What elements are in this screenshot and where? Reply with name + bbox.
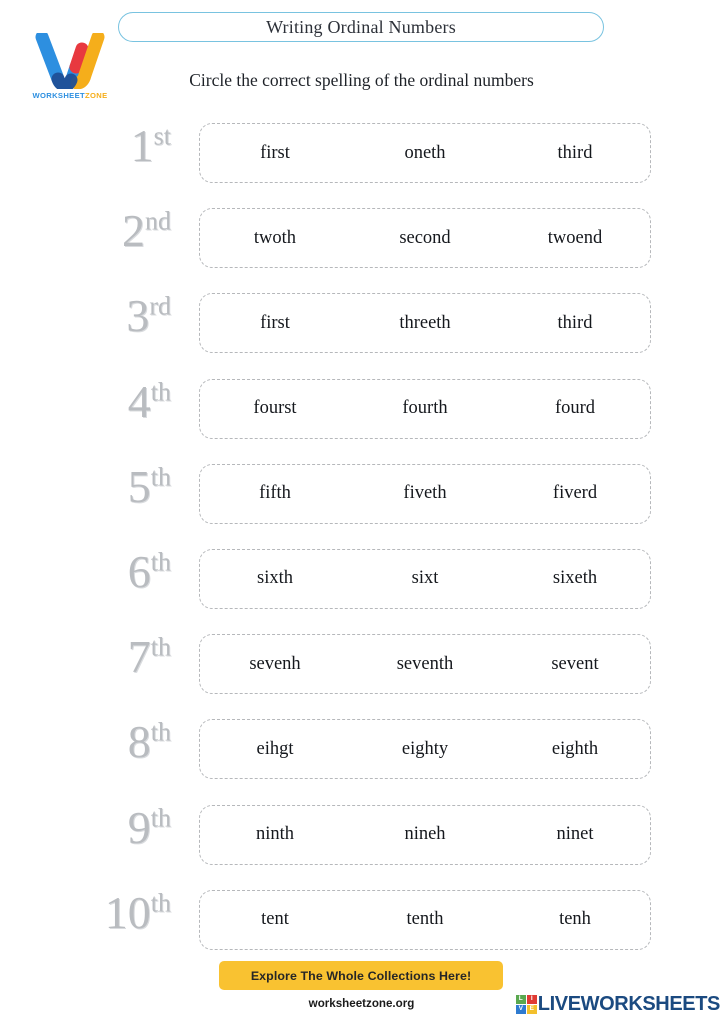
ordinal-suffix: th [150,888,171,918]
choice-option[interactable]: twoend [500,228,650,249]
choices-box: sevenh seventh sevent [199,634,651,695]
choice-option[interactable]: fifth [200,483,350,504]
ordinal-suffix: th [150,717,171,747]
choice-option[interactable]: eihgt [200,739,350,760]
ordinal-row: 6th sixth sixt sixeth [0,539,723,624]
choices-box: first oneth third [199,123,651,183]
ordinal-row: 7th sevenh seventh sevent [0,624,723,709]
ordinal-number: 10 [104,886,151,938]
liveworksheets-wordmark: LIVEWORKSHEETS [537,993,721,1015]
ordinal-suffix: nd [145,206,171,236]
choice-option[interactable]: sevenh [200,654,350,675]
ordinal-number: 3 [126,290,150,342]
ordinal-label: 2nd [0,204,185,258]
choices-box: first threeth third [199,293,651,354]
ordinal-row: 1st first oneth third [0,113,723,198]
ordinal-label: 8th [0,715,185,769]
tile-letter-l: L [515,995,526,1004]
choices-box: fourst fourth fourd [199,378,651,439]
choices-box: eihgt eighty eighth [199,719,651,780]
choice-option[interactable]: tenth [350,909,500,930]
ordinal-row: 5th fifth fiveth fiverd [0,454,723,539]
choice-option[interactable]: tent [200,909,350,930]
choice-option[interactable]: sevent [500,654,650,675]
choice-option[interactable]: threeth [350,313,500,334]
ordinal-suffix: th [150,377,171,407]
ordinal-row: 3rd first threeth third [0,283,723,368]
ordinal-suffix: th [150,803,171,833]
choice-option[interactable]: seventh [350,654,500,675]
choice-option[interactable]: sixeth [500,568,650,589]
ordinal-rows-list: 1st first oneth third 2nd twoth second t… [0,113,723,965]
ordinal-suffix: th [150,547,171,577]
ordinal-row: 8th eihgt eighty eighth [0,709,723,794]
choice-option[interactable]: fourd [500,398,650,419]
ordinal-number: 6 [127,545,151,597]
choice-option[interactable]: ninth [200,824,350,845]
choices-box: ninth nineh ninet [199,804,651,865]
ordinal-suffix: th [150,632,171,662]
choice-option[interactable]: fiverd [500,483,650,504]
ordinal-row: 10th tent tenth tenh [0,880,723,965]
choice-option[interactable]: fourst [200,398,350,419]
choice-option[interactable]: first [200,143,350,164]
choice-option[interactable]: third [500,313,650,334]
ordinal-number: 7 [127,631,151,683]
choices-box: fifth fiveth fiverd [199,463,651,524]
page-header: WORKSHEETZONE Writing Ordinal Numbers Ci… [0,0,723,115]
choices-box: sixth sixt sixeth [199,548,651,609]
choices-box: twoth second twoend [199,208,651,269]
choice-option[interactable]: sixt [350,568,500,589]
ordinal-suffix: th [150,462,171,492]
ordinal-number: 2 [122,205,145,257]
ordinal-label: 6th [0,545,185,599]
worksheet-title-box: Writing Ordinal Numbers [118,12,604,42]
page-title: Writing Ordinal Numbers [266,16,456,37]
logo-text-worksheet: WORKSHEET [32,91,85,100]
ordinal-row: 2nd twoth second twoend [0,198,723,283]
ordinal-label: 4th [0,375,185,429]
worksheetzone-logo-text: WORKSHEETZONE [20,91,120,100]
choice-option[interactable]: oneth [350,143,500,164]
choice-option[interactable]: twoth [200,228,350,249]
choices-box: tent tenth tenh [199,889,651,950]
ordinal-number: 8 [127,716,151,768]
ordinal-number: 9 [127,801,151,853]
choice-option[interactable]: eighty [350,739,500,760]
ordinal-row: 9th ninth nineh ninet [0,795,723,880]
ordinal-row: 4th fourst fourth fourd [0,369,723,454]
page-footer: Explore The Whole Collections Here! work… [0,960,723,1024]
ordinal-suffix: st [153,121,171,151]
choice-option[interactable]: second [350,228,500,249]
tile-letter-v: V [515,1005,526,1014]
liveworksheets-tiles-icon: L I V E [515,995,537,1014]
ordinal-number: 5 [127,460,151,512]
choice-option[interactable]: tenh [500,909,650,930]
ordinal-number: 1 [130,120,154,171]
ordinal-label: 3rd [0,289,185,343]
tile-letter-e: E [526,1005,537,1014]
explore-collections-button[interactable]: Explore The Whole Collections Here! [219,961,503,990]
logo-text-zone: ZONE [85,91,108,100]
choice-option[interactable]: third [500,143,650,164]
choice-option[interactable]: eighth [500,739,650,760]
choice-option[interactable]: sixth [200,568,350,589]
ordinal-label: 9th [0,801,185,855]
choice-option[interactable]: fourth [350,398,500,419]
tile-letter-i: I [526,995,537,1004]
choice-option[interactable]: first [200,313,350,334]
ordinal-suffix: rd [149,292,171,322]
instruction-text: Circle the correct spelling of the ordin… [189,70,534,90]
ordinal-number: 4 [127,375,151,427]
ordinal-label: 10th [0,886,185,940]
choice-option[interactable]: fiveth [350,483,500,504]
ordinal-label: 5th [0,460,185,514]
choice-option[interactable]: ninet [500,824,650,845]
ordinal-label: 1st [0,119,185,173]
choice-option[interactable]: nineh [350,824,500,845]
liveworksheets-logo: L I V E LIVEWORKSHEETS [515,993,721,1016]
ordinal-label: 7th [0,630,185,684]
